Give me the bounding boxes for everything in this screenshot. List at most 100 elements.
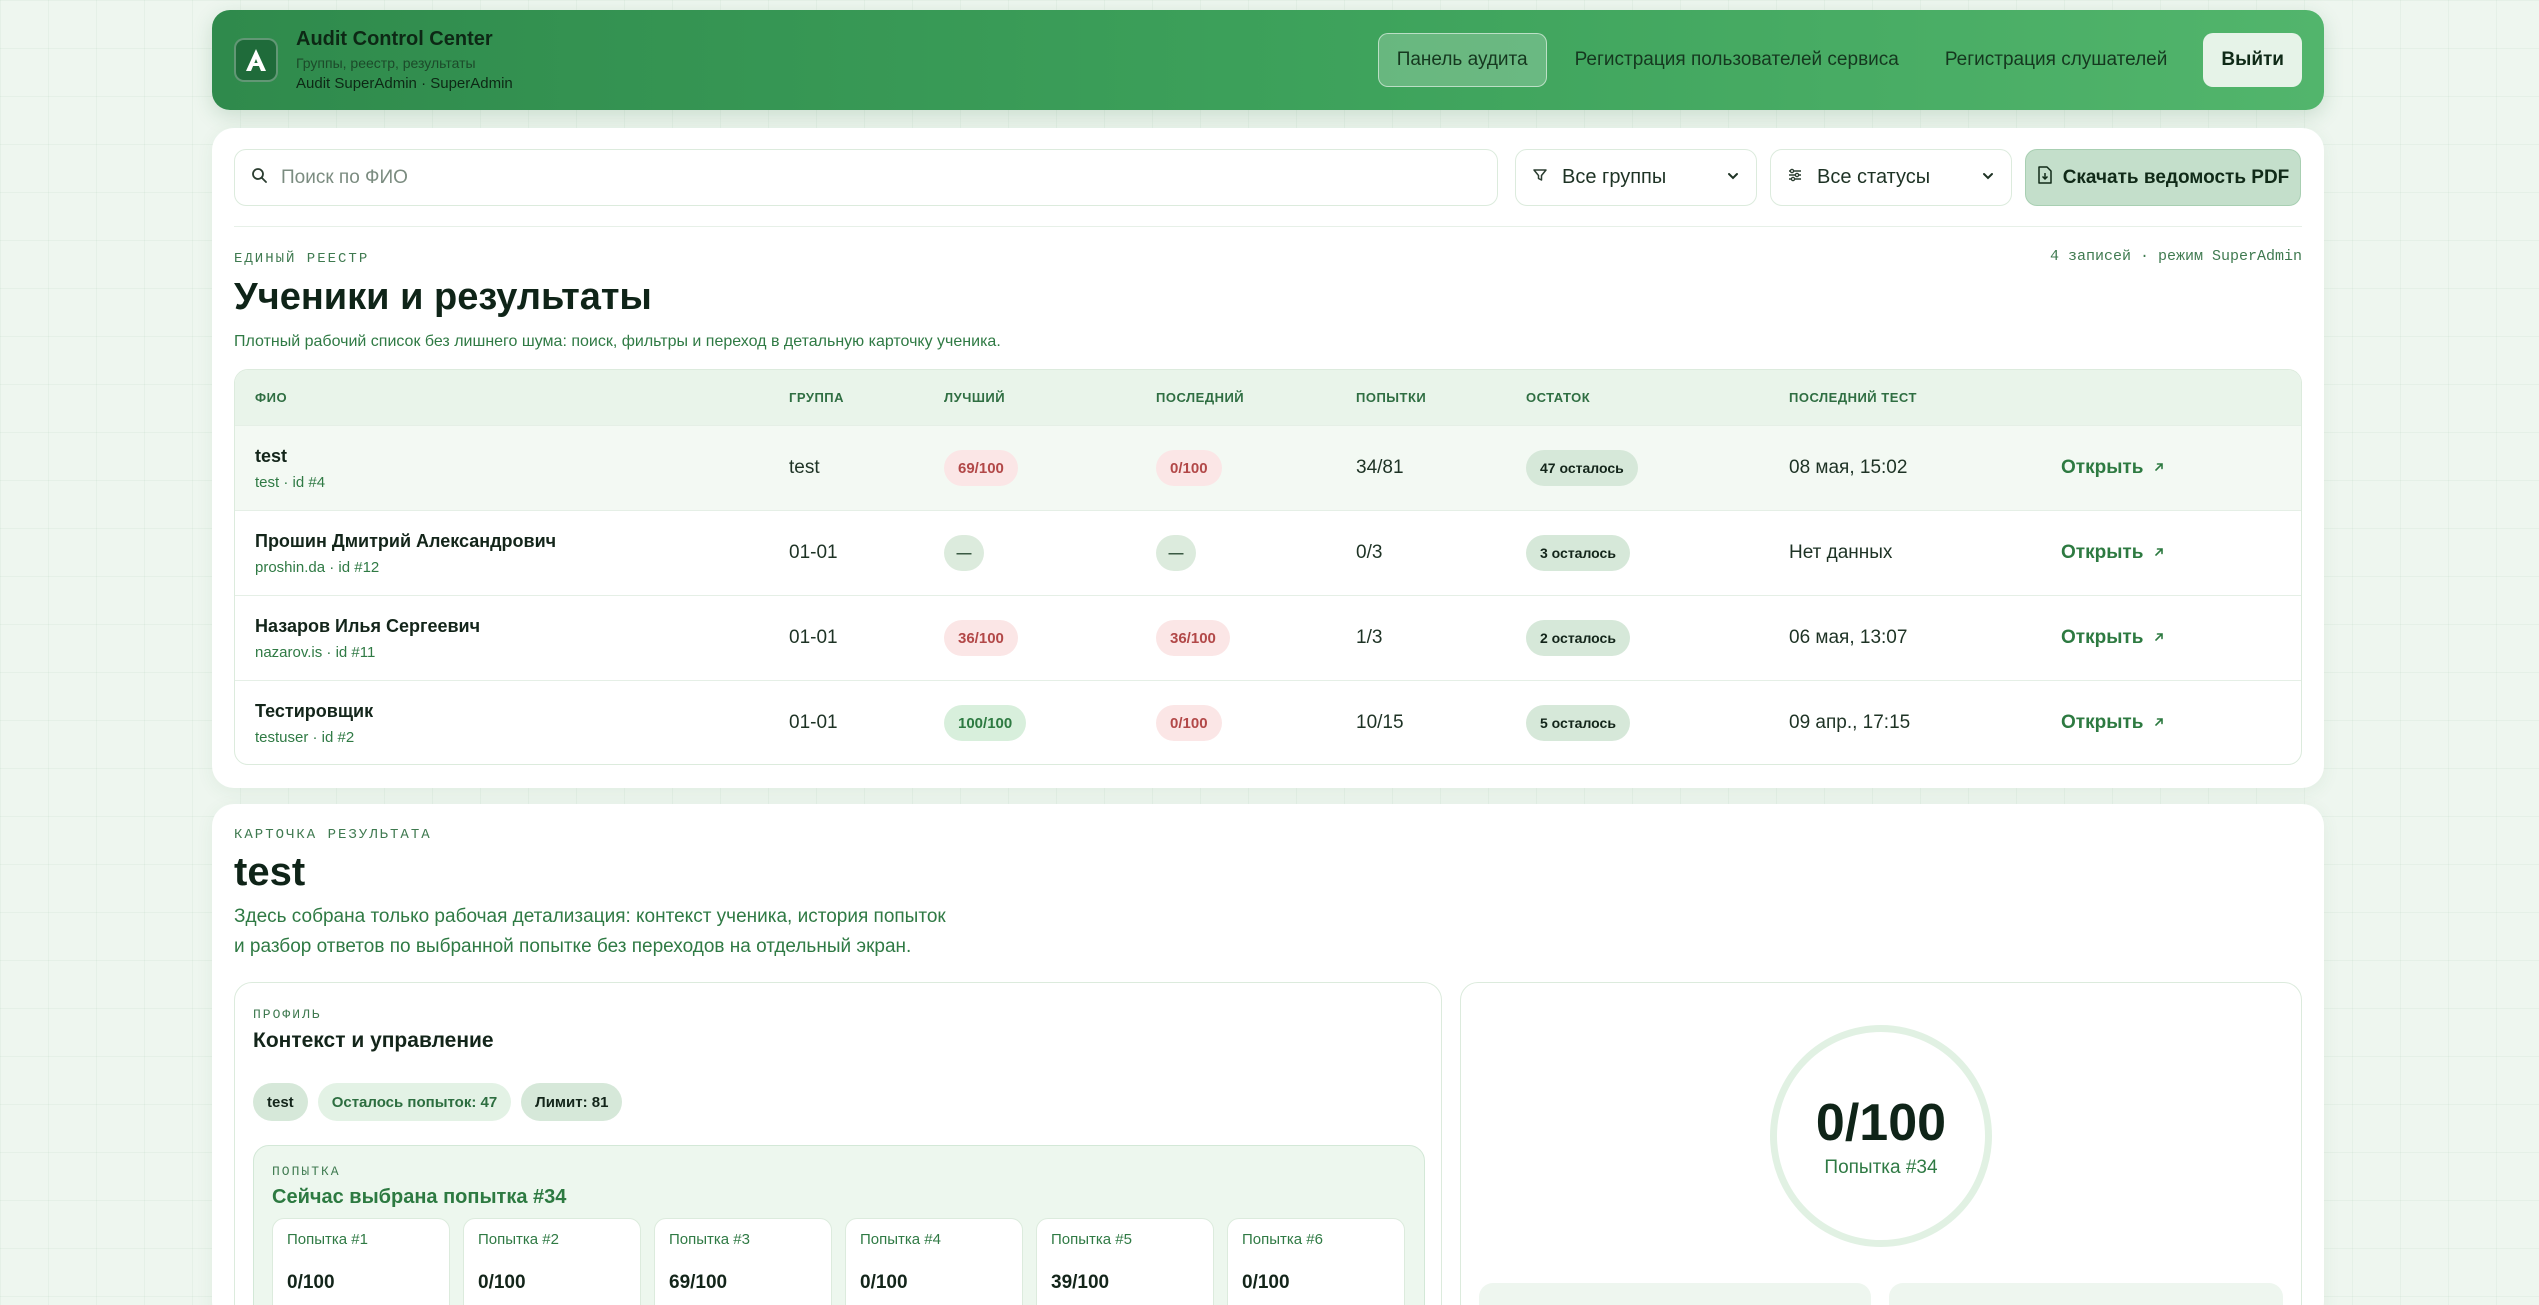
profile-kicker: ПРОФИЛЬ bbox=[253, 1007, 322, 1022]
attempt-list: Попытка #1 0/100 Попытка #2 0/100 Попытка #3… bbox=[272, 1218, 1405, 1305]
student-name: Назаров Илья Сергеевич bbox=[255, 615, 481, 636]
score-card: 0/100 Попытка #34 bbox=[1460, 982, 2302, 1305]
attempt-label: Попытка #4 bbox=[860, 1231, 941, 1248]
filter-icon bbox=[1532, 166, 1548, 189]
table-row[interactable]: Прошин Дмитрий Александрович proshin.da ·… bbox=[235, 510, 2301, 595]
attempt-label: Попытка #5 bbox=[1051, 1231, 1132, 1248]
limit-chip: Лимит: 81 bbox=[521, 1083, 623, 1121]
result-card-panel: КАРТОЧКА РЕЗУЛЬТАТА test Здесь собрана т… bbox=[212, 804, 2324, 1305]
student-name: Прошин Дмитрий Александрович bbox=[255, 530, 557, 551]
selected-attempt-title: Сейчас выбрана попытка #34 bbox=[272, 1186, 567, 1208]
column-header-name[interactable]: ФИО bbox=[235, 390, 789, 405]
status-filter-value: Все статусы bbox=[1817, 166, 1931, 188]
table-header: ФИО ГРУППА ЛУЧШИЙ ПОСЛЕДНИЙ ПОПЫТКИ ОСТА… bbox=[235, 370, 2301, 425]
open-link[interactable]: Открыть bbox=[2061, 627, 2165, 649]
table-row[interactable]: test test · id #4 test 69/100 0/100 34/81 47 о… bbox=[235, 425, 2301, 510]
search-icon bbox=[251, 167, 267, 188]
attempts-cell: 0/3 bbox=[1356, 542, 1383, 563]
attempt-label: Попытка #1 bbox=[287, 1231, 368, 1248]
logout-button[interactable]: Выйти bbox=[2203, 33, 2302, 87]
attempt-label: Попытка #3 bbox=[669, 1231, 750, 1248]
column-header-last-test[interactable]: ПОСЛЕДНИЙ ТЕСТ bbox=[1789, 390, 2061, 405]
attempt-tile[interactable]: Попытка #2 0/100 bbox=[463, 1218, 641, 1305]
attempts-cell: 10/15 bbox=[1356, 712, 1404, 733]
open-link-label: Открыть bbox=[2061, 457, 2144, 478]
current-user: Audit SuperAdmin · SuperAdmin bbox=[296, 75, 513, 92]
app-subtitle: Группы, реестр, результаты bbox=[296, 55, 476, 71]
app-logo-icon bbox=[234, 38, 278, 82]
group-cell: test bbox=[789, 457, 820, 478]
attempt-score: 0/100 bbox=[478, 1272, 526, 1293]
best-score-badge: 100/100 bbox=[944, 705, 1027, 741]
registry-title: Ученики и результаты bbox=[234, 276, 652, 318]
open-link[interactable]: Открыть bbox=[2061, 712, 2165, 734]
open-link[interactable]: Открыть bbox=[2061, 542, 2165, 564]
records-count: 4 записей · режим SuperAdmin bbox=[2049, 248, 2302, 265]
attempt-tile[interactable]: Попытка #1 0/100 bbox=[272, 1218, 450, 1305]
attempt-score: 0/100 bbox=[287, 1272, 335, 1293]
attempt-label: Попытка #2 bbox=[478, 1231, 559, 1248]
attempts-cell: 34/81 bbox=[1356, 457, 1404, 478]
remaining-badge: 3 осталось bbox=[1526, 535, 1630, 571]
attempt-score: 0/100 bbox=[1242, 1272, 1290, 1293]
download-pdf-label: Скачать ведомость PDF bbox=[2062, 166, 2290, 188]
column-header-group[interactable]: ГРУППА bbox=[789, 390, 944, 405]
last-test-cell: Нет данных bbox=[1789, 542, 1893, 563]
file-download-icon bbox=[2037, 165, 2053, 190]
profile-title: Контекст и управление bbox=[253, 1029, 494, 1052]
sliders-icon bbox=[1787, 166, 1803, 189]
column-header-best[interactable]: ЛУЧШИЙ bbox=[944, 390, 1156, 405]
last-score-badge: 0/100 bbox=[1156, 705, 1222, 741]
last-test-cell: 09 апр., 17:15 bbox=[1789, 712, 1911, 733]
chevron-down-icon bbox=[1726, 166, 1740, 189]
table-row[interactable]: Тестировщик testuser · id #2 01-01 100/100 0… bbox=[235, 680, 2301, 764]
column-header-remaining[interactable]: ОСТАТОК bbox=[1526, 390, 1789, 405]
top-nav: Панель аудита Регистрация пользователей … bbox=[1377, 33, 2302, 87]
brand-block: Audit Control Center Группы, реестр, рез… bbox=[296, 28, 513, 92]
last-score-badge: 36/100 bbox=[1156, 620, 1230, 656]
attempts-left-chip: Осталось попыток: 47 bbox=[317, 1083, 512, 1121]
remaining-badge: 47 осталось bbox=[1526, 450, 1638, 486]
top-header: Audit Control Center Группы, реестр, рез… bbox=[212, 10, 2324, 110]
attempt-tile[interactable]: Попытка #3 69/100 bbox=[654, 1218, 832, 1305]
stat-tile bbox=[1479, 1283, 1871, 1305]
status-filter-select[interactable]: Все статусы bbox=[1770, 149, 2012, 206]
open-link-label: Открыть bbox=[2061, 712, 2144, 733]
last-test-cell: 06 мая, 13:07 bbox=[1789, 627, 1908, 648]
attempt-tile[interactable]: Попытка #5 39/100 bbox=[1036, 1218, 1214, 1305]
column-header-last[interactable]: ПОСЛЕДНИЙ bbox=[1156, 390, 1356, 405]
arrow-up-right-icon bbox=[2153, 712, 2165, 734]
score-value: 0/100 bbox=[1815, 1094, 1947, 1152]
last-score-badge: 0/100 bbox=[1156, 450, 1222, 486]
attempts-cell: 1/3 bbox=[1356, 627, 1383, 648]
student-cell: Назаров Илья Сергеевич nazarov.is · id #1… bbox=[235, 616, 789, 661]
group-filter-select[interactable]: Все группы bbox=[1515, 149, 1757, 206]
attempt-tile[interactable]: Попытка #4 0/100 bbox=[845, 1218, 1023, 1305]
search-box[interactable] bbox=[234, 149, 1498, 206]
student-login: test · id #4 bbox=[255, 473, 326, 491]
group-filter-value: Все группы bbox=[1562, 166, 1667, 188]
nav-audit-panel[interactable]: Панель аудита bbox=[1377, 33, 1547, 87]
attempt-label: Попытка #6 bbox=[1242, 1231, 1323, 1248]
chevron-down-icon bbox=[1981, 166, 1995, 189]
student-cell: Тестировщик testuser · id #2 bbox=[235, 701, 789, 746]
best-score-badge: 36/100 bbox=[944, 620, 1018, 656]
arrow-up-right-icon bbox=[2153, 627, 2165, 649]
table-body: test test · id #4 test 69/100 0/100 34/81 47 о… bbox=[235, 425, 2301, 764]
nav-service-users-registration[interactable]: Регистрация пользователей сервиса bbox=[1557, 33, 1917, 87]
table-row[interactable]: Назаров Илья Сергеевич nazarov.is · id #1… bbox=[235, 595, 2301, 680]
student-login: proshin.da · id #12 bbox=[255, 558, 380, 576]
open-link[interactable]: Открыть bbox=[2061, 457, 2165, 479]
nav-listeners-registration[interactable]: Регистрация слушателей bbox=[1927, 33, 2186, 87]
student-name: test bbox=[255, 445, 288, 466]
column-header-attempts[interactable]: ПОПЫТКИ bbox=[1356, 390, 1526, 405]
student-login: nazarov.is · id #11 bbox=[255, 643, 376, 661]
best-score-badge: — bbox=[944, 535, 984, 571]
group-cell: 01-01 bbox=[789, 542, 838, 563]
attempt-tile[interactable]: Попытка #6 0/100 bbox=[1227, 1218, 1405, 1305]
group-cell: 01-01 bbox=[789, 712, 838, 733]
result-card-title: test bbox=[234, 850, 306, 894]
search-input[interactable] bbox=[281, 166, 1381, 189]
download-pdf-button[interactable]: Скачать ведомость PDF bbox=[2025, 149, 2301, 206]
attempt-selector: ПОПЫТКА Сейчас выбрана попытка #34 Попыт… bbox=[253, 1145, 1425, 1305]
